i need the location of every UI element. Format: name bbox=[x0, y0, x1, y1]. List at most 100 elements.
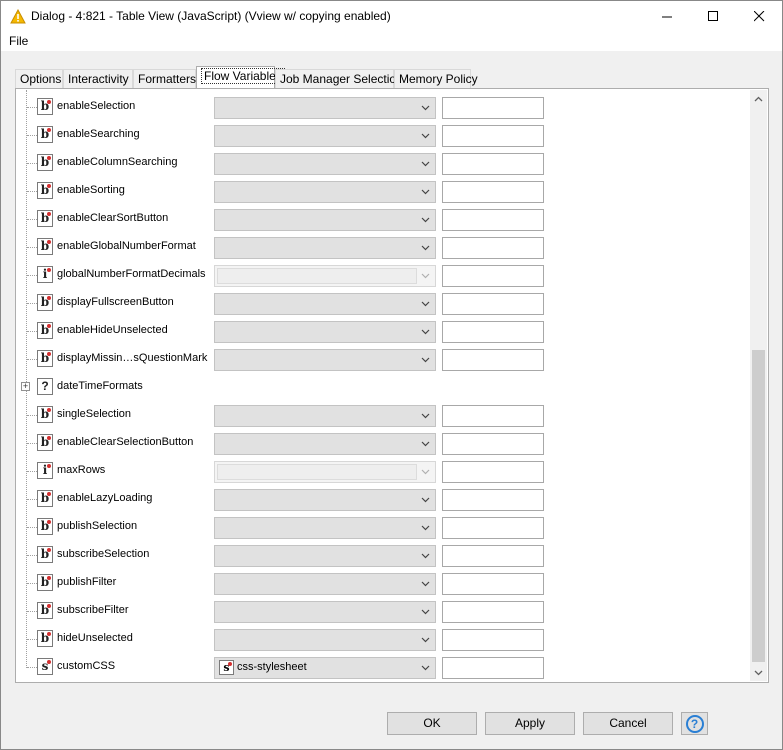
variable-name-input[interactable] bbox=[442, 265, 544, 287]
vertical-scrollbar[interactable] bbox=[750, 90, 767, 681]
variable-label: hideUnselected bbox=[57, 632, 133, 644]
variable-name-input[interactable] bbox=[442, 125, 544, 147]
variable-select[interactable] bbox=[214, 517, 436, 539]
variable-name-input[interactable] bbox=[442, 97, 544, 119]
select-field bbox=[217, 352, 417, 368]
minimize-button[interactable] bbox=[644, 1, 690, 32]
tree-connector bbox=[27, 667, 37, 668]
variable-select[interactable] bbox=[214, 293, 436, 315]
variable-name-input[interactable] bbox=[442, 349, 544, 371]
chevron-down-icon bbox=[418, 437, 432, 451]
variable-select[interactable] bbox=[214, 629, 436, 651]
variable-select[interactable] bbox=[214, 125, 436, 147]
scroll-down-arrow[interactable] bbox=[750, 664, 767, 681]
select-field bbox=[217, 464, 417, 480]
boolean-type-icon: b bbox=[37, 602, 53, 619]
variable-row: i maxRows bbox=[17, 457, 751, 485]
variable-name-input[interactable] bbox=[442, 573, 544, 595]
variable-name-input[interactable] bbox=[442, 153, 544, 175]
scroll-up-arrow[interactable] bbox=[750, 90, 767, 107]
variable-label: enableGlobalNumberFormat bbox=[57, 240, 196, 252]
chevron-down-icon bbox=[418, 297, 432, 311]
tree-connector bbox=[27, 583, 37, 584]
variable-name-input[interactable] bbox=[442, 293, 544, 315]
variable-label: enableHideUnselected bbox=[57, 324, 168, 336]
variable-dot bbox=[47, 240, 51, 244]
variable-name-input[interactable] bbox=[442, 181, 544, 203]
help-button[interactable]: ? bbox=[681, 712, 708, 735]
variable-select[interactable] bbox=[214, 601, 436, 623]
variable-name-input[interactable] bbox=[442, 461, 544, 483]
variable-select[interactable] bbox=[214, 181, 436, 203]
variable-select[interactable] bbox=[214, 349, 436, 371]
boolean-type-icon: b bbox=[37, 406, 53, 423]
variable-name-input[interactable] bbox=[442, 405, 544, 427]
maximize-button[interactable] bbox=[690, 1, 736, 32]
variable-dot bbox=[47, 100, 51, 104]
variable-select[interactable] bbox=[214, 153, 436, 175]
variable-name-input[interactable] bbox=[442, 601, 544, 623]
variable-name-input[interactable] bbox=[442, 237, 544, 259]
select-field bbox=[217, 632, 417, 648]
tab-interactivity[interactable]: Interactivity bbox=[63, 69, 133, 88]
chevron-down-icon bbox=[418, 661, 432, 675]
variable-row: b enableColumnSearching bbox=[17, 149, 751, 177]
boolean-type-icon: b bbox=[37, 574, 53, 591]
cancel-button[interactable]: Cancel bbox=[583, 712, 673, 735]
variable-select[interactable] bbox=[214, 405, 436, 427]
menu-file[interactable]: File bbox=[9, 34, 28, 48]
variable-select[interactable] bbox=[214, 433, 436, 455]
tree-connector bbox=[27, 359, 37, 360]
variable-select bbox=[214, 461, 436, 483]
tab-memory-policy[interactable]: Memory Policy bbox=[394, 69, 478, 88]
expand-icon[interactable]: + bbox=[21, 382, 30, 391]
variable-select[interactable] bbox=[214, 573, 436, 595]
variable-name-input[interactable] bbox=[442, 517, 544, 539]
variable-name-input[interactable] bbox=[442, 657, 544, 679]
tab-job-manager-selection[interactable]: Job Manager Selection bbox=[275, 69, 403, 88]
select-field bbox=[217, 576, 417, 592]
variable-dot bbox=[47, 576, 51, 580]
chevron-down-icon bbox=[418, 409, 432, 423]
variable-row: b publishSelection bbox=[17, 513, 751, 541]
variable-name-input[interactable] bbox=[442, 321, 544, 343]
ok-button[interactable]: OK bbox=[387, 712, 477, 735]
variable-select[interactable] bbox=[214, 97, 436, 119]
close-button[interactable] bbox=[736, 1, 782, 32]
select-field bbox=[217, 212, 417, 228]
variable-row: b subscribeSelection bbox=[17, 541, 751, 569]
variable-label: enableLazyLoading bbox=[57, 492, 153, 504]
variable-select[interactable]: s css-stylesheet bbox=[214, 657, 436, 679]
variable-name-input[interactable] bbox=[442, 629, 544, 651]
apply-button[interactable]: Apply bbox=[485, 712, 575, 735]
variable-name-input[interactable] bbox=[442, 545, 544, 567]
boolean-type-icon: b bbox=[37, 490, 53, 507]
tab-flow-variables[interactable]: Flow Variables bbox=[196, 66, 285, 88]
variable-row: +? dateTimeFormats bbox=[17, 373, 751, 401]
menu-bar: File bbox=[1, 32, 782, 51]
variable-select[interactable] bbox=[214, 321, 436, 343]
variable-select[interactable] bbox=[214, 489, 436, 511]
chevron-down-icon bbox=[754, 670, 763, 675]
tree-connector bbox=[27, 415, 37, 416]
variable-row: b hideUnselected bbox=[17, 625, 751, 653]
boolean-type-icon: b bbox=[37, 238, 53, 255]
variable-dot bbox=[47, 464, 51, 468]
variable-name-input[interactable] bbox=[442, 433, 544, 455]
help-icon: ? bbox=[685, 714, 704, 733]
variable-select[interactable] bbox=[214, 545, 436, 567]
variable-select[interactable] bbox=[214, 237, 436, 259]
scroll-thumb[interactable] bbox=[752, 350, 765, 662]
tab-options[interactable]: Options bbox=[15, 69, 63, 88]
select-field bbox=[217, 436, 417, 452]
string-type-icon: s bbox=[37, 658, 53, 675]
chevron-down-icon bbox=[418, 269, 432, 283]
tree-connector bbox=[27, 611, 37, 612]
variable-name-input[interactable] bbox=[442, 209, 544, 231]
tab-formatters[interactable]: Formatters bbox=[133, 69, 196, 88]
variable-label: displayFullscreenButton bbox=[57, 296, 174, 308]
variable-select[interactable] bbox=[214, 209, 436, 231]
variable-label: enableSelection bbox=[57, 100, 136, 112]
type-letter: ? bbox=[41, 379, 49, 393]
variable-name-input[interactable] bbox=[442, 489, 544, 511]
